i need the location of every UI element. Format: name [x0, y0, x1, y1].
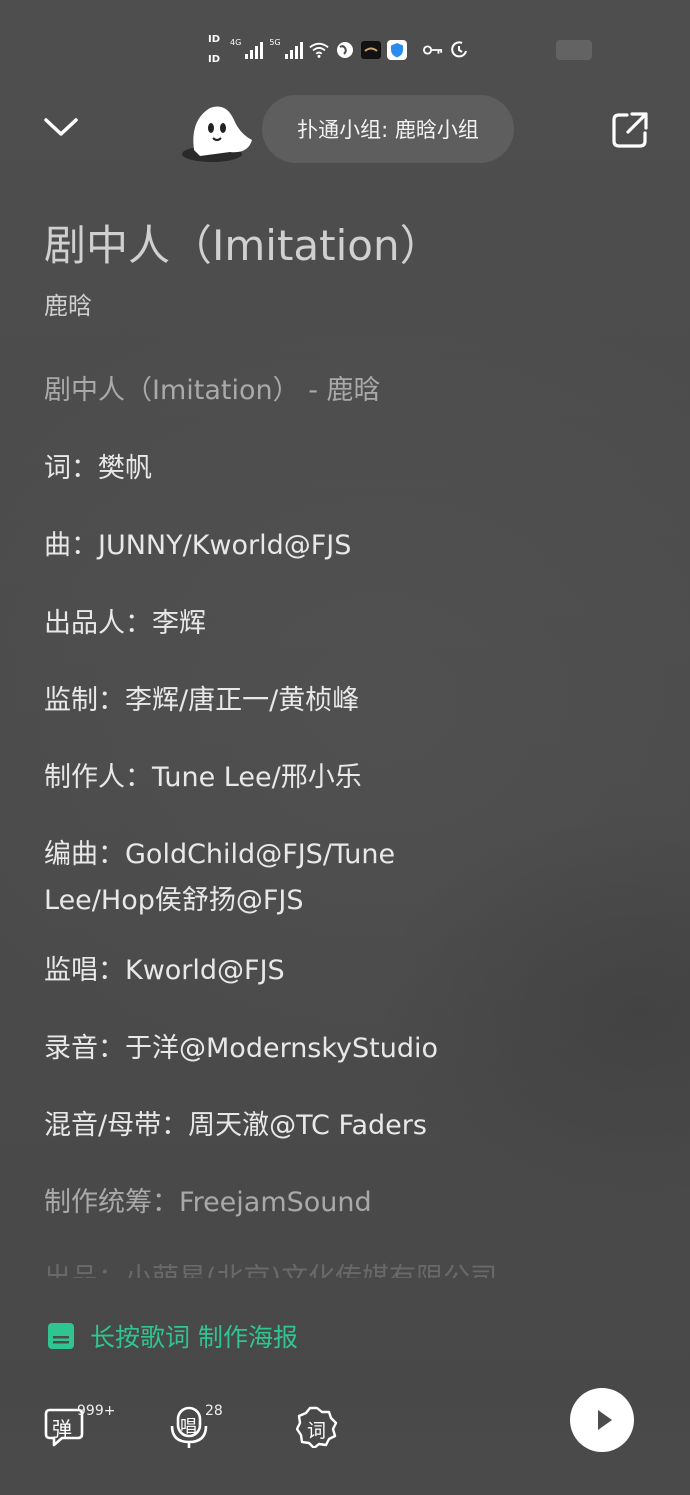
sim2-label: ID — [208, 54, 221, 65]
play-icon — [598, 1410, 612, 1430]
battery-indicator — [556, 40, 592, 60]
alarm-icon — [449, 40, 469, 60]
play-fab-button[interactable] — [570, 1388, 634, 1452]
song-title: 剧中人（Imitation） — [44, 221, 442, 270]
lyric-line[interactable]: 编曲：GoldChild@FJS/Tune Lee/Hop侯舒扬@FJS — [44, 832, 464, 924]
collapse-button[interactable] — [42, 112, 82, 144]
sing-count-badge: 28 — [205, 1403, 223, 1419]
lyric-line[interactable]: 混音/母带：周天澈@TC Faders — [44, 1103, 644, 1149]
sing-label: 唱 — [180, 1417, 197, 1437]
lyric-line[interactable]: 监制：李辉/唐正一/黄桢峰 — [44, 678, 644, 724]
sing-button[interactable]: 唱 — [168, 1406, 210, 1448]
signal-bars-1-icon — [245, 41, 264, 59]
shield-icon — [386, 40, 407, 60]
make-poster-hint[interactable]: 长按歌词 制作海报 — [46, 1318, 298, 1354]
key-icon — [422, 40, 443, 60]
mascot-avatar[interactable] — [178, 100, 262, 166]
lyric-line[interactable]: 词：樊帆 — [44, 446, 644, 492]
lyrics-label: 词 — [307, 1420, 327, 1442]
lyric-line[interactable]: 曲：JUNNY/Kworld@FJS — [44, 523, 644, 569]
danmaku-count-badge: 999+ — [77, 1403, 116, 1419]
status-bar: ID ID 4G 5G — [208, 30, 469, 70]
lyric-line[interactable]: 制作人：Tune Lee/邢小乐 — [44, 755, 644, 801]
share-external-icon — [612, 112, 648, 148]
lyrics-button[interactable]: 词 — [295, 1406, 338, 1450]
sim1-label: ID — [208, 34, 221, 45]
lyric-line[interactable]: 出品人：李辉 — [44, 601, 644, 647]
lyric-line[interactable]: 制作统筹：FreejamSound — [44, 1180, 644, 1226]
danmaku-label: 弹 — [52, 1417, 72, 1441]
group-pill-button[interactable]: 扑通小组: 鹿晗小组 — [262, 95, 514, 163]
poster-icon — [48, 1323, 74, 1349]
lyric-line[interactable]: 剧中人（Imitation） - 鹿晗 — [44, 368, 644, 414]
lyric-line[interactable]: 监唱：Kworld@FJS — [44, 948, 644, 994]
group-pill-label: 扑通小组: 鹿晗小组 — [297, 118, 479, 142]
lyric-line[interactable]: 出品：小萌星(北京)文化传媒有限公司 — [44, 1256, 644, 1278]
artist-name[interactable]: 鹿晗 — [44, 286, 92, 321]
wifi-icon — [308, 40, 329, 60]
network-type-1: 4G — [230, 38, 242, 47]
signal-bars-2-icon — [284, 41, 303, 59]
app-icon — [360, 40, 381, 60]
globe-icon — [335, 40, 355, 60]
lyric-line[interactable]: 录音：于洋@ModernskyStudio — [44, 1026, 644, 1072]
chevron-down-icon — [44, 118, 78, 136]
share-button[interactable] — [610, 110, 650, 150]
sim-indicators: ID ID — [208, 30, 220, 70]
network-type-2: 5G — [269, 38, 281, 47]
make-poster-label: 长按歌词 制作海报 — [90, 1323, 298, 1352]
